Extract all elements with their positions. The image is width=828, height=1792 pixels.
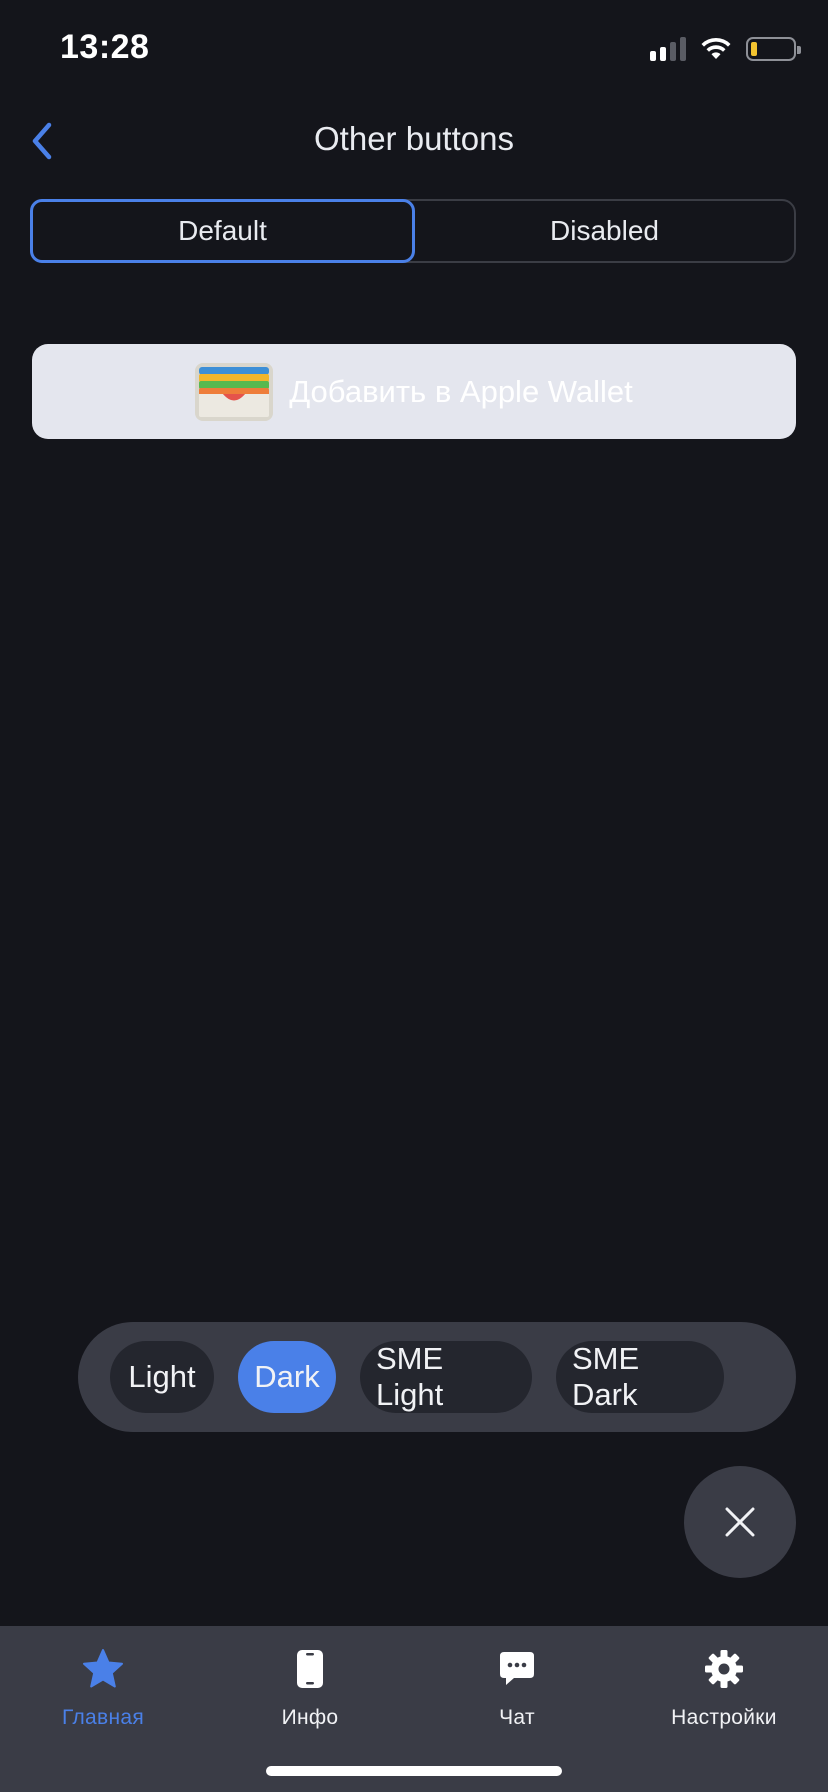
segment-default[interactable]: Default (30, 199, 415, 263)
tab-settings[interactable]: Настройки (634, 1646, 814, 1746)
close-button[interactable] (684, 1466, 796, 1578)
screen: 13:28 Other buttons Default Disabled Доб… (0, 0, 828, 1792)
segment-disabled[interactable]: Disabled (415, 201, 794, 261)
theme-switcher: Light Dark SME Light SME Dark (78, 1322, 796, 1432)
tab-settings-label: Настройки (671, 1706, 777, 1729)
battery-level (751, 42, 757, 56)
apple-wallet-icon (195, 362, 274, 421)
tab-chat[interactable]: Чат (427, 1646, 607, 1746)
gear-icon (705, 1650, 743, 1688)
theme-sme-light-chip[interactable]: SME Light (360, 1341, 532, 1413)
close-icon (725, 1507, 755, 1537)
wifi-icon (701, 37, 731, 59)
wallet-button-label: Добавить в Apple Wallet (289, 373, 633, 409)
tab-bar: Главная Инфо Чат Настройки (0, 1626, 828, 1792)
battery-icon (746, 37, 801, 61)
theme-dark-chip[interactable]: Dark (238, 1341, 336, 1413)
tab-info-label: Инфо (281, 1706, 339, 1729)
phone-icon (297, 1650, 323, 1688)
tab-chat-label: Чат (499, 1706, 535, 1729)
tab-info[interactable]: Инфо (220, 1646, 400, 1746)
theme-sme-dark-chip[interactable]: SME Dark (556, 1341, 724, 1413)
home-indicator (266, 1766, 562, 1776)
theme-light-chip[interactable]: Light (110, 1341, 214, 1413)
status-icons (650, 34, 801, 64)
status-time: 13:28 (60, 28, 150, 66)
cellular-signal-icon (650, 37, 686, 61)
add-to-apple-wallet-button[interactable]: Добавить в Apple Wallet (32, 344, 796, 439)
star-icon (83, 1649, 123, 1688)
tab-home[interactable]: Главная (13, 1646, 193, 1746)
segmented-control: Default Disabled (30, 199, 796, 263)
page-title: Other buttons (314, 120, 514, 157)
chat-bubble-icon (500, 1652, 534, 1685)
tab-home-label: Главная (61, 1706, 145, 1729)
